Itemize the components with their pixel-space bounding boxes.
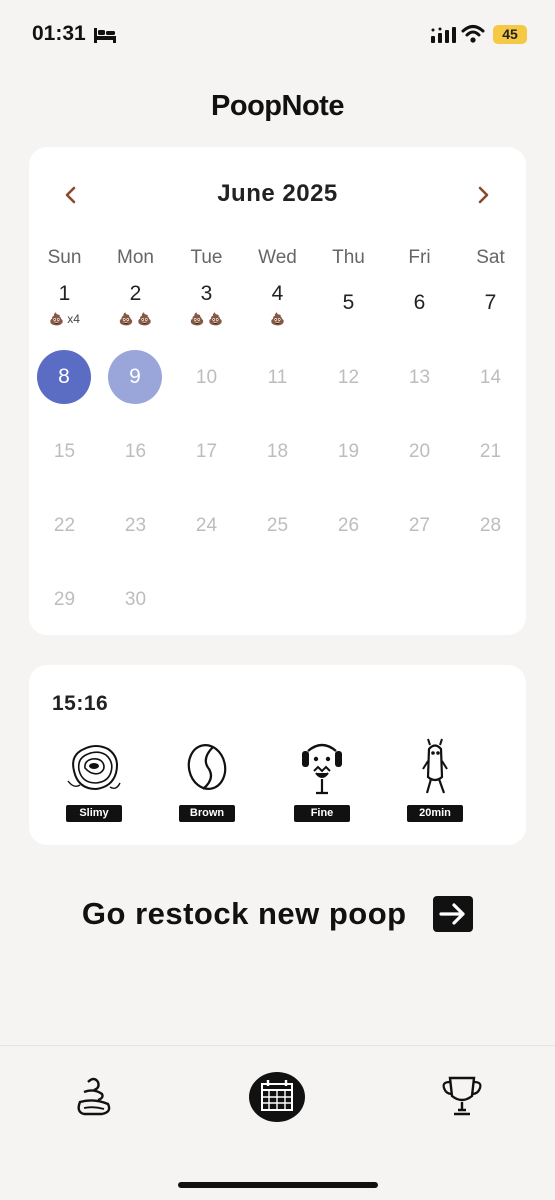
attribute-consistency: Slimy	[59, 737, 129, 827]
wifi-icon	[461, 25, 485, 43]
calendar-day[interactable]: 1 💩 x4	[29, 279, 100, 353]
weekday-label: Thu	[332, 247, 365, 268]
attribute-label: Slimy	[66, 805, 122, 822]
calendar-day[interactable]: 12	[313, 367, 384, 389]
calendar-day[interactable]: 20	[384, 441, 455, 463]
poop-count: 💩 x4	[49, 312, 80, 326]
calendar-day[interactable]: 30	[100, 589, 171, 611]
calendar-day[interactable]: 16	[100, 441, 171, 463]
entry-card[interactable]: 15:16 Slimy Brown Fine 20min	[29, 665, 526, 845]
calendar-day[interactable]: 22	[29, 515, 100, 537]
fine-face-icon	[302, 743, 342, 795]
calendar-day[interactable]: 18	[242, 441, 313, 463]
poop-icon[interactable]	[72, 1074, 116, 1118]
calendar-day[interactable]: 25	[242, 515, 313, 537]
calendar-icon[interactable]	[248, 1070, 306, 1122]
status-bar: 01:31 45	[0, 0, 555, 70]
calendar-day[interactable]: 7	[455, 279, 526, 353]
entry-time: 15:16	[52, 692, 109, 715]
attribute-feeling: Fine	[287, 737, 357, 827]
attribute-label: 20min	[407, 805, 463, 822]
day-number: 4	[271, 282, 284, 305]
poop-count: 💩 💩	[118, 312, 153, 326]
selected-day[interactable]: 9	[108, 350, 162, 404]
restock-button[interactable]: Go restock new poop	[0, 896, 555, 932]
weekday-header: Sun Mon Tue Wed Thu Fri Sat	[29, 247, 526, 271]
slimy-icon	[67, 745, 121, 791]
calendar-day[interactable]: 5	[313, 279, 384, 353]
calendar-day[interactable]: 3 💩 💩	[171, 279, 242, 353]
status-time: 01:31	[32, 22, 86, 45]
calendar-day[interactable]: 28	[455, 515, 526, 537]
attribute-label: Fine	[294, 805, 350, 822]
app-title: PoopNote	[211, 90, 344, 122]
day-number: 2	[129, 282, 142, 305]
trophy-icon[interactable]	[440, 1074, 484, 1118]
day-number: 5	[342, 291, 355, 314]
battery-indicator: 45	[493, 25, 527, 44]
day-number: 7	[484, 291, 497, 314]
calendar-day[interactable]: 26	[313, 515, 384, 537]
weekday-label: Mon	[117, 247, 154, 268]
cellular-signal-icon	[431, 27, 456, 43]
poop-count: 💩	[270, 312, 285, 326]
calendar-day[interactable]: 23	[100, 515, 171, 537]
month-title: June 2025	[217, 180, 338, 207]
next-month-button[interactable]	[471, 183, 495, 207]
weekday-label: Sat	[476, 247, 505, 268]
calendar-day[interactable]: 4 💩	[242, 279, 313, 353]
weekday-label: Sun	[47, 247, 82, 268]
calendar-day[interactable]: 15	[29, 441, 100, 463]
calendar-day[interactable]: 21	[455, 441, 526, 463]
calendar-day[interactable]: 17	[171, 441, 242, 463]
calendar-card: June 2025 Sun Mon Tue Wed Thu Fri Sat 1 …	[29, 147, 526, 635]
calendar-day[interactable]: 27	[384, 515, 455, 537]
day-number: 1	[58, 282, 71, 305]
calendar-day[interactable]: 13	[384, 367, 455, 389]
calendar-day[interactable]: 10	[171, 367, 242, 389]
day-number: 3	[200, 282, 213, 305]
weekday-label: Tue	[190, 247, 223, 268]
arrow-right-icon	[433, 896, 474, 932]
calendar-day[interactable]: 19	[313, 441, 384, 463]
calendar-day[interactable]: 2 💩 💩	[100, 279, 171, 353]
calendar-day[interactable]: 11	[242, 367, 313, 389]
day-number: 6	[413, 291, 426, 314]
duration-figure-icon	[422, 738, 448, 794]
calendar-day[interactable]: 14	[455, 367, 526, 389]
attribute-label: Brown	[179, 805, 235, 822]
bed-icon	[94, 28, 116, 43]
brown-bean-icon	[187, 744, 227, 790]
today-day[interactable]: 8	[37, 350, 91, 404]
calendar-day[interactable]: 29	[29, 589, 100, 611]
attribute-color: Brown	[172, 737, 242, 827]
poop-count: 💩 💩	[189, 312, 224, 326]
calendar-day[interactable]: 6	[384, 279, 455, 353]
tab-bar	[0, 1045, 555, 1200]
weekday-label: Fri	[408, 247, 431, 268]
attribute-duration: 20min	[400, 737, 470, 827]
weekday-label: Wed	[258, 247, 297, 268]
home-indicator	[178, 1182, 378, 1188]
calendar-day[interactable]: 24	[171, 515, 242, 537]
restock-label: Go restock new poop	[81, 896, 407, 931]
